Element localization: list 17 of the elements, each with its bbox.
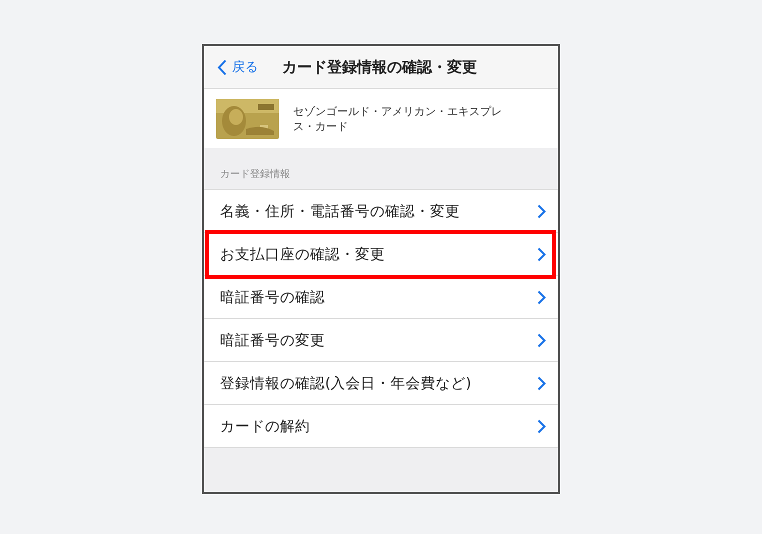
menu-item[interactable]: 暗証番号の確認 <box>204 276 558 319</box>
menu-item[interactable]: お支払口座の確認・変更 <box>204 233 558 276</box>
chevron-right-icon <box>537 246 546 262</box>
chevron-right-icon <box>537 290 546 304</box>
section-label: カード登録情報 <box>220 168 290 181</box>
menu-item[interactable]: カードの解約 <box>204 405 558 448</box>
screen-title: カード登録情報の確認・変更 <box>282 58 477 76</box>
back-button[interactable]: 戻る <box>204 58 258 76</box>
chevron-right-icon <box>537 332 546 348</box>
menu-item[interactable]: 名義・住所・電話番号の確認・変更 <box>204 190 558 233</box>
menu-item[interactable]: 暗証番号の変更 <box>204 319 558 362</box>
chevron-right-icon <box>537 376 546 390</box>
chevron-right-icon <box>537 418 546 434</box>
chevron-right-icon <box>537 204 546 218</box>
card-name: セゾンゴールド・アメリカン・エキスプレス・カード <box>293 104 503 134</box>
menu-item[interactable]: 登録情報の確認(入会日・年会費など) <box>204 362 558 405</box>
chevron-left-icon <box>217 58 227 76</box>
